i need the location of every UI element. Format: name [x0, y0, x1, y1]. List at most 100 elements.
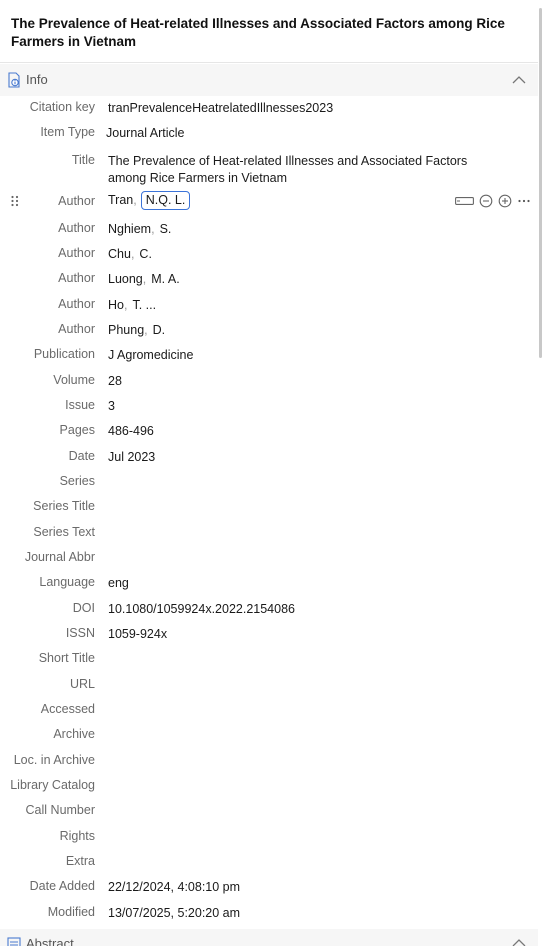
language-value[interactable]: eng	[108, 575, 488, 592]
publication-value[interactable]: J Agromedicine	[108, 347, 488, 364]
author-separator: ,	[133, 193, 137, 207]
field-row-doi: DOI 10.1080/1059924x.2022.2154086	[0, 598, 538, 620]
field-label: Author	[58, 221, 95, 235]
author-first-name[interactable]: D.	[153, 323, 166, 337]
date-added-value: 22/12/2024, 4:08:10 pm	[108, 880, 241, 894]
field-row-publication: Publication J Agromedicine	[0, 344, 538, 366]
chevron-up-icon[interactable]	[512, 74, 526, 86]
author-last-name[interactable]: Nghiem	[108, 222, 151, 236]
scrollbar-thumb[interactable]	[539, 8, 542, 358]
field-row-item-type: Item Type Journal Article	[0, 122, 538, 144]
issn-value[interactable]: 1059-924x	[108, 626, 488, 643]
field-row-series-title: Series Title	[0, 496, 538, 518]
pages-value[interactable]: 486-496	[108, 423, 488, 440]
field-label: ISSN	[65, 626, 95, 640]
field-label: Author	[58, 271, 95, 285]
author-row: Author Nghiem, S.	[0, 218, 538, 240]
field-label: Language	[39, 575, 95, 589]
author-last-name[interactable]: Luong	[108, 272, 143, 286]
field-row-url: URL	[0, 674, 538, 696]
drag-handle-icon[interactable]	[9, 194, 21, 208]
field-label: Author	[58, 322, 95, 336]
field-row-journal-abbr: Journal Abbr	[0, 547, 538, 569]
author-row: Author Luong, M. A.	[0, 268, 538, 290]
abstract-icon	[7, 937, 21, 946]
author-actions	[455, 193, 531, 209]
field-label: Series Text	[33, 525, 95, 539]
volume-value[interactable]: 28	[108, 373, 488, 390]
item-title-block: The Prevalence of Heat-related Illnesses…	[0, 0, 538, 63]
field-row-series: Series	[0, 471, 538, 493]
field-row-date: Date Jul 2023	[0, 446, 538, 468]
field-row-modified: Modified 13/07/2025, 5:20:20 am	[0, 902, 538, 924]
field-label: Call Number	[25, 803, 95, 817]
author-last-name[interactable]: Phung	[108, 323, 144, 337]
field-row-date-added: Date Added 22/12/2024, 4:08:10 pm	[0, 876, 538, 898]
remove-author-icon[interactable]	[479, 194, 493, 208]
author-name: Luong, M. A.	[108, 271, 488, 288]
author-name: Phung, D.	[108, 322, 488, 339]
author-name: Ho, T. ...	[108, 297, 488, 314]
field-label: Modified	[47, 905, 95, 919]
field-label: Date Added	[29, 879, 95, 893]
author-separator: ,	[123, 298, 128, 312]
modified-value: 13/07/2025, 5:20:20 am	[108, 906, 241, 920]
field-label: Author	[58, 194, 95, 208]
field-label: Rights	[59, 829, 95, 843]
field-row-archive: Archive	[0, 724, 538, 746]
item-type-select[interactable]: Journal Article	[106, 125, 486, 142]
abstract-section-header[interactable]: Abstract	[0, 929, 538, 946]
author-first-name[interactable]: S.	[160, 222, 172, 236]
author-separator: ,	[142, 272, 147, 286]
more-options-icon[interactable]	[517, 194, 531, 208]
field-label: Short Title	[38, 651, 95, 665]
field-label: DOI	[72, 601, 95, 615]
field-label: Date	[68, 449, 95, 463]
author-name: Chu, C.	[108, 246, 488, 263]
author-row: Author Phung, D.	[0, 319, 538, 341]
author-first-name[interactable]: C.	[139, 247, 152, 261]
author-first-name[interactable]: T. ...	[132, 298, 156, 312]
author-last-name[interactable]: Chu	[108, 247, 131, 261]
field-label: Author	[58, 297, 95, 311]
field-label: URL	[69, 677, 95, 691]
doi-value[interactable]: 10.1080/1059924x.2022.2154086	[108, 601, 488, 618]
author-last-name[interactable]: Ho	[108, 298, 124, 312]
field-label: Volume	[53, 373, 95, 387]
field-label: Item Type	[40, 125, 95, 139]
author-row: Author Tran, N.Q. L.	[0, 191, 538, 213]
info-section-header[interactable]: Info	[0, 64, 538, 96]
author-first-name[interactable]: M. A.	[151, 272, 179, 286]
field-label: Extra	[65, 854, 95, 868]
author-separator: ,	[144, 323, 148, 337]
field-row-language: Language eng	[0, 572, 538, 594]
field-label: Citation key	[29, 100, 95, 114]
date-value[interactable]: Jul 2023	[108, 449, 488, 466]
issue-value[interactable]: 3	[108, 398, 488, 415]
author-name: Tran, N.Q. L.	[108, 191, 488, 210]
field-label: Archive	[53, 727, 95, 741]
author-last-name[interactable]: Tran	[108, 193, 133, 207]
field-row-call-number: Call Number	[0, 800, 538, 822]
field-label: Series	[59, 474, 95, 488]
field-row-extra: Extra	[0, 851, 538, 873]
field-row-issue: Issue 3	[0, 395, 538, 417]
info-section-label: Info	[26, 72, 48, 87]
field-label: Pages	[59, 423, 95, 437]
author-separator: ,	[130, 247, 135, 261]
citation-key-value[interactable]: tranPrevalenceHeatrelatedIllnesses2023	[108, 100, 488, 117]
document-info-icon	[7, 72, 21, 88]
field-label: Issue	[65, 398, 95, 412]
chevron-up-icon[interactable]	[512, 937, 526, 946]
field-row-loc-in-archive: Loc. in Archive	[0, 750, 538, 772]
field-row-title: Title The Prevalence of Heat-related Ill…	[0, 150, 538, 188]
switch-field-mode-icon[interactable]	[455, 196, 474, 206]
add-author-icon[interactable]	[498, 194, 512, 208]
field-row-volume: Volume 28	[0, 370, 538, 392]
item-title[interactable]: The Prevalence of Heat-related Illnesses…	[11, 15, 531, 51]
author-first-name-input[interactable]: N.Q. L.	[140, 191, 191, 210]
field-row-short-title: Short Title	[0, 648, 538, 670]
title-value[interactable]: The Prevalence of Heat-related Illnesses…	[108, 153, 488, 187]
author-row: Author Chu, C.	[0, 243, 538, 265]
author-name: Nghiem, S.	[108, 221, 488, 238]
